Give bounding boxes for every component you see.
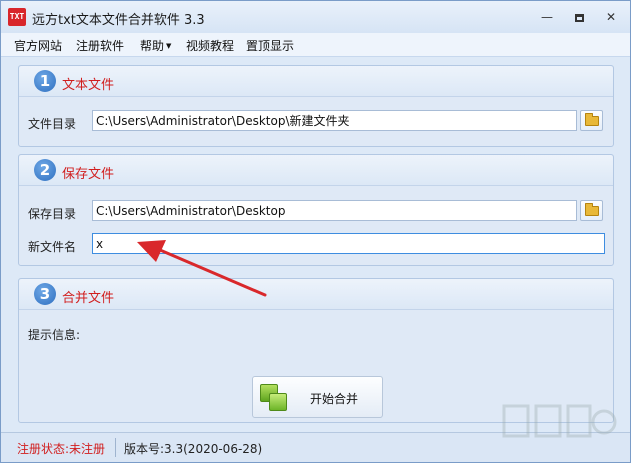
app-window: TXT 远方txt文本文件合并软件 3.3 — ✕ 官方网站 注册软件 帮助 ▼ … <box>0 0 631 463</box>
minimize-button[interactable]: — <box>535 7 559 27</box>
status-divider <box>115 438 116 457</box>
panel-header: 1 文本文件 <box>19 66 613 97</box>
browse-save-button[interactable] <box>580 200 603 221</box>
new-filename-input[interactable] <box>92 233 605 254</box>
start-merge-button[interactable]: 开始合并 <box>252 376 383 418</box>
menu-always-on-top[interactable]: 置顶显示 <box>246 37 294 54</box>
app-txt-icon: TXT <box>8 8 26 26</box>
menu-help-label: 帮助 <box>140 39 165 53</box>
panel-header: 2 保存文件 <box>19 155 613 186</box>
panel-title: 保存文件 <box>62 167 115 182</box>
step-number: 2 <box>34 159 56 181</box>
menu-bar: 官方网站 注册软件 帮助 ▼ 视频教程 置顶显示 <box>1 33 630 57</box>
window-title: 远方txt文本文件合并软件 3.3 <box>32 13 205 28</box>
title-bar[interactable]: TXT 远方txt文本文件合并软件 3.3 — ✕ <box>1 1 630 33</box>
menu-official-site[interactable]: 官方网站 <box>14 37 62 54</box>
panel-title: 文本文件 <box>62 78 115 93</box>
menu-help[interactable]: 帮助 ▼ <box>140 37 171 54</box>
save-dir-input[interactable] <box>92 200 577 221</box>
panel-save-file: 2 保存文件 保存目录 新文件名 <box>18 154 614 266</box>
registration-status: 注册状态:未注册 <box>17 442 106 456</box>
close-button[interactable]: ✕ <box>599 7 623 27</box>
new-filename-label: 新文件名 <box>28 240 77 254</box>
maximize-button[interactable] <box>567 7 591 27</box>
watermark-logo <box>502 404 617 438</box>
browse-source-button[interactable] <box>580 110 603 131</box>
source-dir-input[interactable] <box>92 110 577 131</box>
menu-register[interactable]: 注册软件 <box>76 37 124 54</box>
version-status: 版本号:3.3(2020-06-28) <box>124 442 263 456</box>
info-label: 提示信息: <box>28 328 81 342</box>
step-number: 1 <box>34 70 56 92</box>
save-dir-label: 保存目录 <box>28 207 77 221</box>
start-merge-label: 开始合并 <box>310 392 359 406</box>
panel-text-files: 1 文本文件 文件目录 <box>18 65 614 147</box>
folder-icon <box>585 203 599 216</box>
maximize-icon <box>574 13 584 22</box>
merge-icon <box>260 384 288 412</box>
step-number: 3 <box>34 283 56 305</box>
panel-header: 3 合并文件 <box>19 279 613 310</box>
panel-title: 合并文件 <box>62 291 115 306</box>
chevron-down-icon: ▼ <box>166 42 172 50</box>
folder-icon <box>585 113 599 126</box>
menu-video-tutorial[interactable]: 视频教程 <box>186 37 234 54</box>
source-dir-label: 文件目录 <box>28 117 77 131</box>
